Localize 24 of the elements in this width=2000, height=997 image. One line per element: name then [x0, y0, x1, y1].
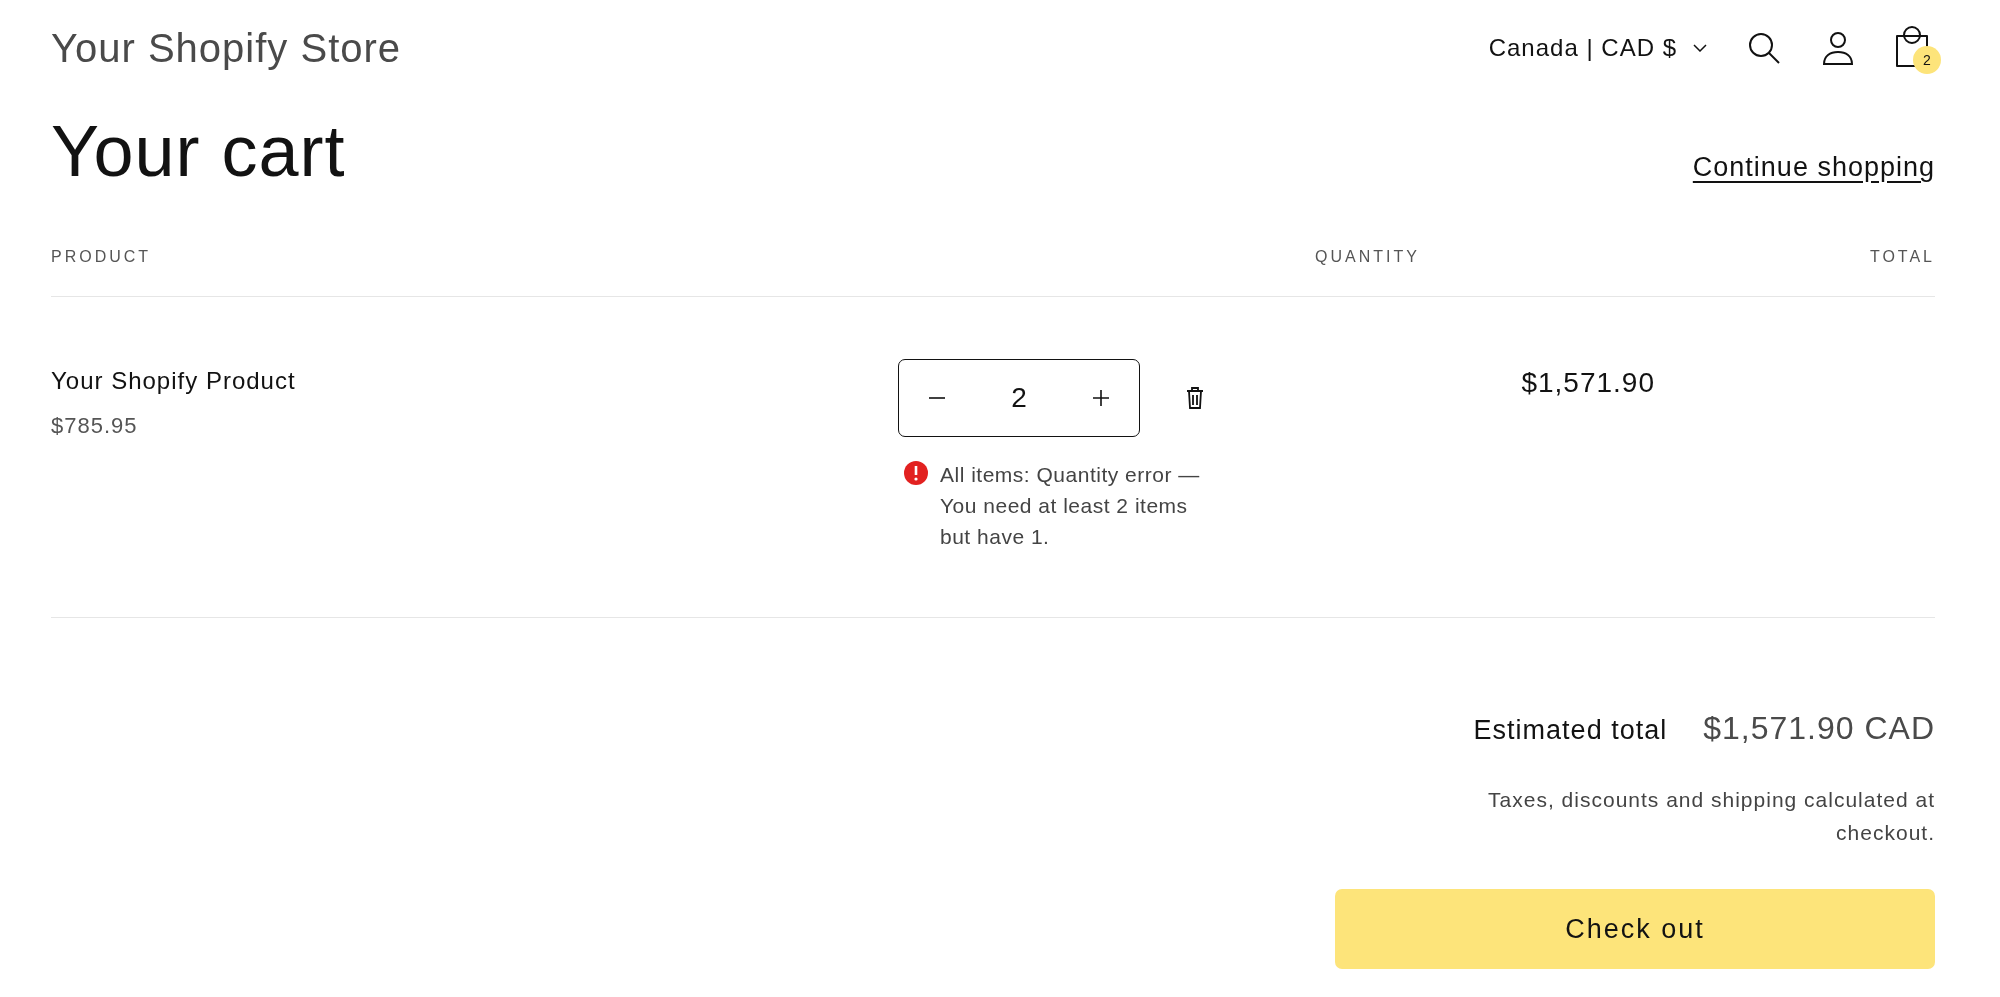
- search-icon[interactable]: [1747, 31, 1781, 65]
- quantity-value[interactable]: 2: [1011, 382, 1027, 414]
- estimated-total-label: Estimated total: [1473, 715, 1668, 746]
- cart-count-badge: 2: [1913, 46, 1941, 74]
- page-title: Your cart: [51, 110, 346, 193]
- currency-selector[interactable]: Canada | CAD $: [1488, 34, 1707, 62]
- trash-icon[interactable]: [1186, 387, 1204, 409]
- caret-icon: [1693, 44, 1707, 52]
- store-name[interactable]: Your Shopify Store: [51, 25, 402, 71]
- checkout-button[interactable]: Check out: [1335, 889, 1935, 969]
- product-name[interactable]: Your Shopify Product: [51, 367, 898, 395]
- column-header: TOTAL: [1868, 248, 1935, 266]
- product-price: $785.95: [51, 413, 139, 439]
- tax-note: Taxes, discounts and shipping calculated at checkout.: [1487, 787, 1935, 846]
- column-header: PRODUCT: [51, 248, 153, 266]
- error-icon: [904, 461, 928, 485]
- error-message: All items: Quantity error — You need at least 2 items but have 1.: [940, 462, 1201, 550]
- column-header: QUANTITY: [1315, 248, 1420, 266]
- line-total: $1,571.90: [1521, 367, 1655, 398]
- quantity-stepper[interactable]: 2: [898, 359, 1140, 437]
- continue-shopping-link[interactable]: Continue shopping: [1692, 152, 1935, 183]
- plus-icon[interactable]: [1093, 390, 1109, 406]
- account-icon[interactable]: [1821, 30, 1855, 66]
- estimated-total-value: $1,571.90 CAD: [1703, 710, 1935, 747]
